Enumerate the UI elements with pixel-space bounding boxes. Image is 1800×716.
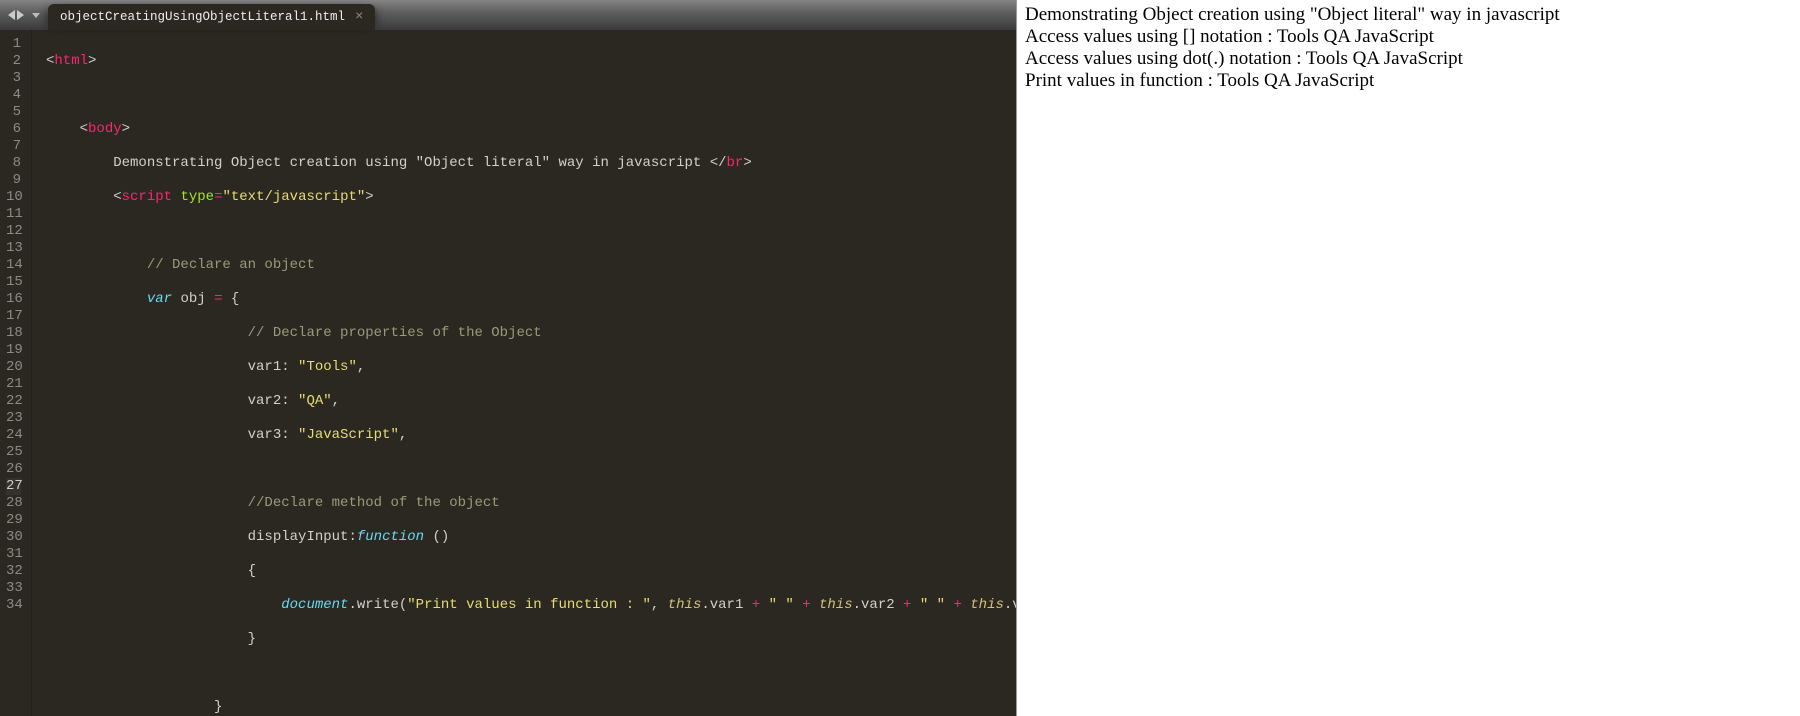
line-number-gutter: 1234567891011121314151617181920212223242… [0,30,32,716]
line-number: 21 [6,376,21,393]
line-number: 20 [6,359,21,376]
line-number: 5 [6,104,21,121]
line-number: 12 [6,223,21,240]
line-number: 14 [6,257,21,274]
output-line: Access values using [] notation : Tools … [1025,26,1792,48]
line-number: 15 [6,274,21,291]
tab-active[interactable]: objectCreatingUsingObjectLiteral1.html × [48,4,375,30]
line-number: 13 [6,240,21,257]
line-number: 3 [6,70,21,87]
line-number: 1 [6,36,21,53]
line-number: 8 [6,155,21,172]
output-line: Access values using dot(.) notation : To… [1025,48,1792,70]
line-number: 9 [6,172,21,189]
line-number: 28 [6,495,21,512]
output-line: Print values in function : Tools QA Java… [1025,70,1792,92]
tab-strip: objectCreatingUsingObjectLiteral1.html × [0,0,1016,30]
nav-arrows[interactable] [0,0,48,30]
line-number: 27 [6,478,21,495]
line-number: 7 [6,138,21,155]
line-number: 19 [6,342,21,359]
line-number: 4 [6,87,21,104]
editor-body[interactable]: 1234567891011121314151617181920212223242… [0,30,1016,716]
line-number: 11 [6,206,21,223]
close-icon[interactable]: × [355,10,363,24]
line-number: 25 [6,444,21,461]
code-area[interactable]: <html> <body> Demonstrating Object creat… [32,30,1016,716]
back-icon [8,10,15,20]
line-number: 26 [6,461,21,478]
forward-icon [17,10,24,20]
line-number: 22 [6,393,21,410]
line-number: 29 [6,512,21,529]
line-number: 31 [6,546,21,563]
line-number: 33 [6,580,21,597]
line-number: 32 [6,563,21,580]
line-number: 24 [6,427,21,444]
line-number: 30 [6,529,21,546]
line-number: 18 [6,325,21,342]
line-number: 34 [6,597,21,614]
line-number: 23 [6,410,21,427]
line-number: 10 [6,189,21,206]
line-number: 2 [6,53,21,70]
tab-title: objectCreatingUsingObjectLiteral1.html [60,10,345,24]
code-editor-pane: objectCreatingUsingObjectLiteral1.html ×… [0,0,1016,716]
line-number: 6 [6,121,21,138]
browser-output-pane: Demonstrating Object creation using "Obj… [1016,0,1800,716]
history-dropdown-icon [32,13,40,18]
output-line: Demonstrating Object creation using "Obj… [1025,4,1792,26]
line-number: 17 [6,308,21,325]
line-number: 16 [6,291,21,308]
